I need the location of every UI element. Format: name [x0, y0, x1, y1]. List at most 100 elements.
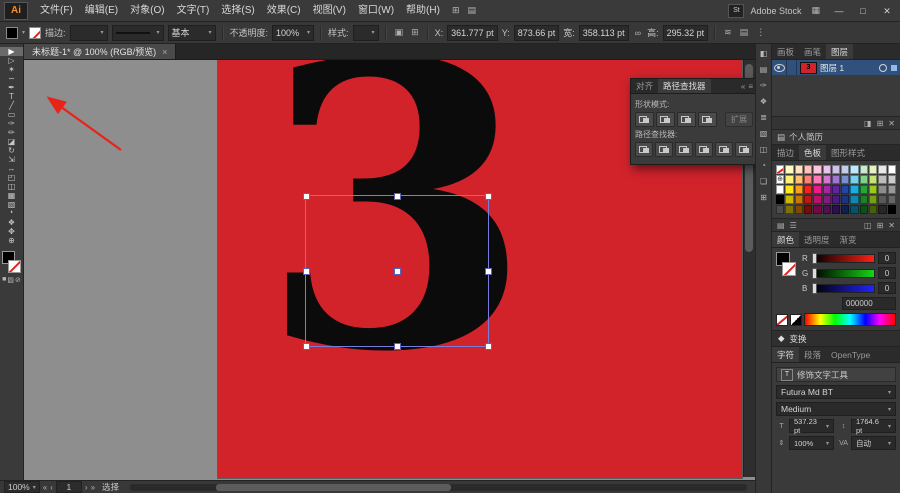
swatch[interactable]: [869, 175, 878, 184]
channel-slider-knob-B[interactable]: [812, 282, 817, 294]
stroke-color-chip[interactable]: [29, 26, 42, 39]
channel-slider-R[interactable]: [812, 252, 875, 264]
tab-OpenType[interactable]: OpenType: [826, 347, 875, 362]
panel-menu-icon[interactable]: ≡: [748, 79, 755, 93]
swatch[interactable]: [869, 185, 878, 194]
swatch[interactable]: [776, 165, 785, 174]
shape-builder-tool[interactable]: ◫: [0, 182, 23, 191]
swatch[interactable]: [850, 165, 859, 174]
fill-color-chip[interactable]: [6, 26, 18, 39]
none-color-chip[interactable]: [776, 313, 788, 326]
expand-button[interactable]: 扩展: [725, 112, 753, 127]
swatch-library-icon-2[interactable]: ☰: [790, 221, 797, 230]
adobe-stock-icon[interactable]: St: [728, 3, 745, 18]
control-extra-icon-1[interactable]: ≋: [722, 27, 734, 38]
transparency-panel-icon[interactable]: ◫: [760, 145, 768, 154]
swatch[interactable]: [887, 195, 896, 204]
opacity-dropdown[interactable]: 100% ▾: [272, 24, 315, 41]
pathfinder-button-差集[interactable]: [698, 112, 717, 127]
swatch-footer-icon-3[interactable]: ✕: [888, 221, 895, 230]
document-setup-icon[interactable]: ▣: [393, 27, 406, 38]
swatch[interactable]: [887, 175, 896, 184]
swatch[interactable]: [831, 165, 841, 174]
swatch[interactable]: [831, 205, 841, 214]
pathfinder-button-减去后方对象[interactable]: [735, 142, 753, 157]
pathfinder-button-轮廓[interactable]: [715, 142, 733, 157]
swatch[interactable]: [776, 185, 785, 194]
pathfinder-button-合并[interactable]: [675, 142, 693, 157]
swatch[interactable]: [859, 195, 869, 204]
maximize-button[interactable]: □: [854, 0, 872, 22]
control-extra-icon-2[interactable]: ▤: [738, 27, 751, 38]
swatch[interactable]: [803, 185, 813, 194]
y-field[interactable]: 873.66 pt: [513, 24, 560, 41]
menubar-icon-1[interactable]: ⊞: [448, 5, 464, 16]
swatch[interactable]: [878, 205, 887, 214]
menu-item-选择(S)[interactable]: 选择(S): [215, 0, 260, 22]
horizontal-scrollbar[interactable]: [130, 483, 747, 491]
menu-item-窗口(W)[interactable]: 窗口(W): [352, 0, 400, 22]
swatch[interactable]: [887, 205, 896, 214]
pathfinder-button-联集[interactable]: [635, 112, 654, 127]
swatch[interactable]: [841, 205, 850, 214]
swatch[interactable]: [822, 195, 831, 204]
eraser-tool[interactable]: ◪: [0, 137, 23, 146]
swatch[interactable]: [869, 195, 878, 204]
channel-slider-knob-R[interactable]: [812, 252, 817, 264]
type-tool[interactable]: T: [0, 92, 23, 101]
pathfinder-button-修边[interactable]: [655, 142, 673, 157]
layer-row[interactable]: 3 图层 1: [772, 60, 900, 75]
swatch[interactable]: [785, 175, 794, 184]
control-extra-icon-3[interactable]: ⋮: [754, 27, 767, 38]
selection-handle-mr[interactable]: [485, 268, 492, 275]
swatch[interactable]: [831, 185, 841, 194]
selection-handle-tl[interactable]: [303, 193, 310, 200]
tab-色板[interactable]: 色板: [799, 145, 827, 160]
symbols-panel-icon[interactable]: ❖: [760, 97, 767, 106]
fill-stroke-widget[interactable]: [2, 251, 21, 273]
layer-thumbnail[interactable]: 3: [800, 61, 817, 74]
swatch[interactable]: [803, 175, 813, 184]
width-tool[interactable]: ↔: [0, 164, 23, 173]
selection-handle-tr[interactable]: [485, 193, 492, 200]
zoom-tool[interactable]: ⊕: [0, 236, 23, 245]
artboard-number-field[interactable]: 1: [55, 481, 82, 493]
minimize-button[interactable]: —: [830, 0, 848, 22]
channel-slider-knob-G[interactable]: [812, 267, 817, 279]
channel-value-B[interactable]: 0: [878, 282, 896, 294]
leading-field[interactable]: 1764.6 pt ▾: [851, 417, 896, 435]
selection-handle-c[interactable]: [394, 268, 401, 275]
blend-tool[interactable]: ❖: [0, 218, 23, 227]
swatch[interactable]: [785, 205, 794, 214]
height-field[interactable]: 295.32 pt: [662, 24, 709, 41]
gradient-tool[interactable]: ▧: [0, 200, 23, 209]
scale-tool[interactable]: ⇲: [0, 155, 23, 164]
swatch[interactable]: [887, 185, 896, 194]
font-size-field[interactable]: 537.23 pt ▾: [789, 417, 834, 435]
swatch-library-icon-1[interactable]: ▤: [777, 221, 785, 230]
swatch[interactable]: [859, 205, 869, 214]
tab-透明度[interactable]: 透明度: [799, 232, 835, 247]
swatch[interactable]: [822, 185, 831, 194]
hand-tool[interactable]: ✥: [0, 227, 23, 236]
link-dimensions-icon[interactable]: ∞: [633, 28, 643, 38]
hex-value-field[interactable]: 000000: [842, 297, 896, 310]
swatch[interactable]: [869, 205, 878, 214]
lasso-tool[interactable]: ∽: [0, 74, 23, 83]
swatch[interactable]: [850, 175, 859, 184]
eyedropper-tool[interactable]: ❛: [0, 209, 23, 218]
channel-value-R[interactable]: 0: [878, 252, 896, 264]
horizontal-scrollbar-thumb[interactable]: [216, 483, 451, 491]
document-tab[interactable]: 未标题-1* @ 100% (RGB/预览) ×: [24, 44, 177, 59]
selection-handle-bm[interactable]: [394, 343, 401, 350]
swatch[interactable]: [776, 195, 785, 204]
free-transform-tool[interactable]: ◰: [0, 173, 23, 182]
tab-渐变[interactable]: 渐变: [835, 232, 862, 247]
paint-mode-icon-2[interactable]: ▨: [7, 276, 14, 284]
fill-caret-icon[interactable]: ▾: [22, 29, 25, 36]
pathfinder-button-裁剪[interactable]: [695, 142, 713, 157]
canvas[interactable]: 3 对齐 路径查找器 « ≡ 形状模式: 扩展 路径查找器:: [24, 60, 755, 480]
swatches-panel-icon[interactable]: ▤: [760, 65, 768, 74]
swatch[interactable]: [794, 175, 803, 184]
next-artboard-icon[interactable]: ›: [85, 483, 88, 492]
